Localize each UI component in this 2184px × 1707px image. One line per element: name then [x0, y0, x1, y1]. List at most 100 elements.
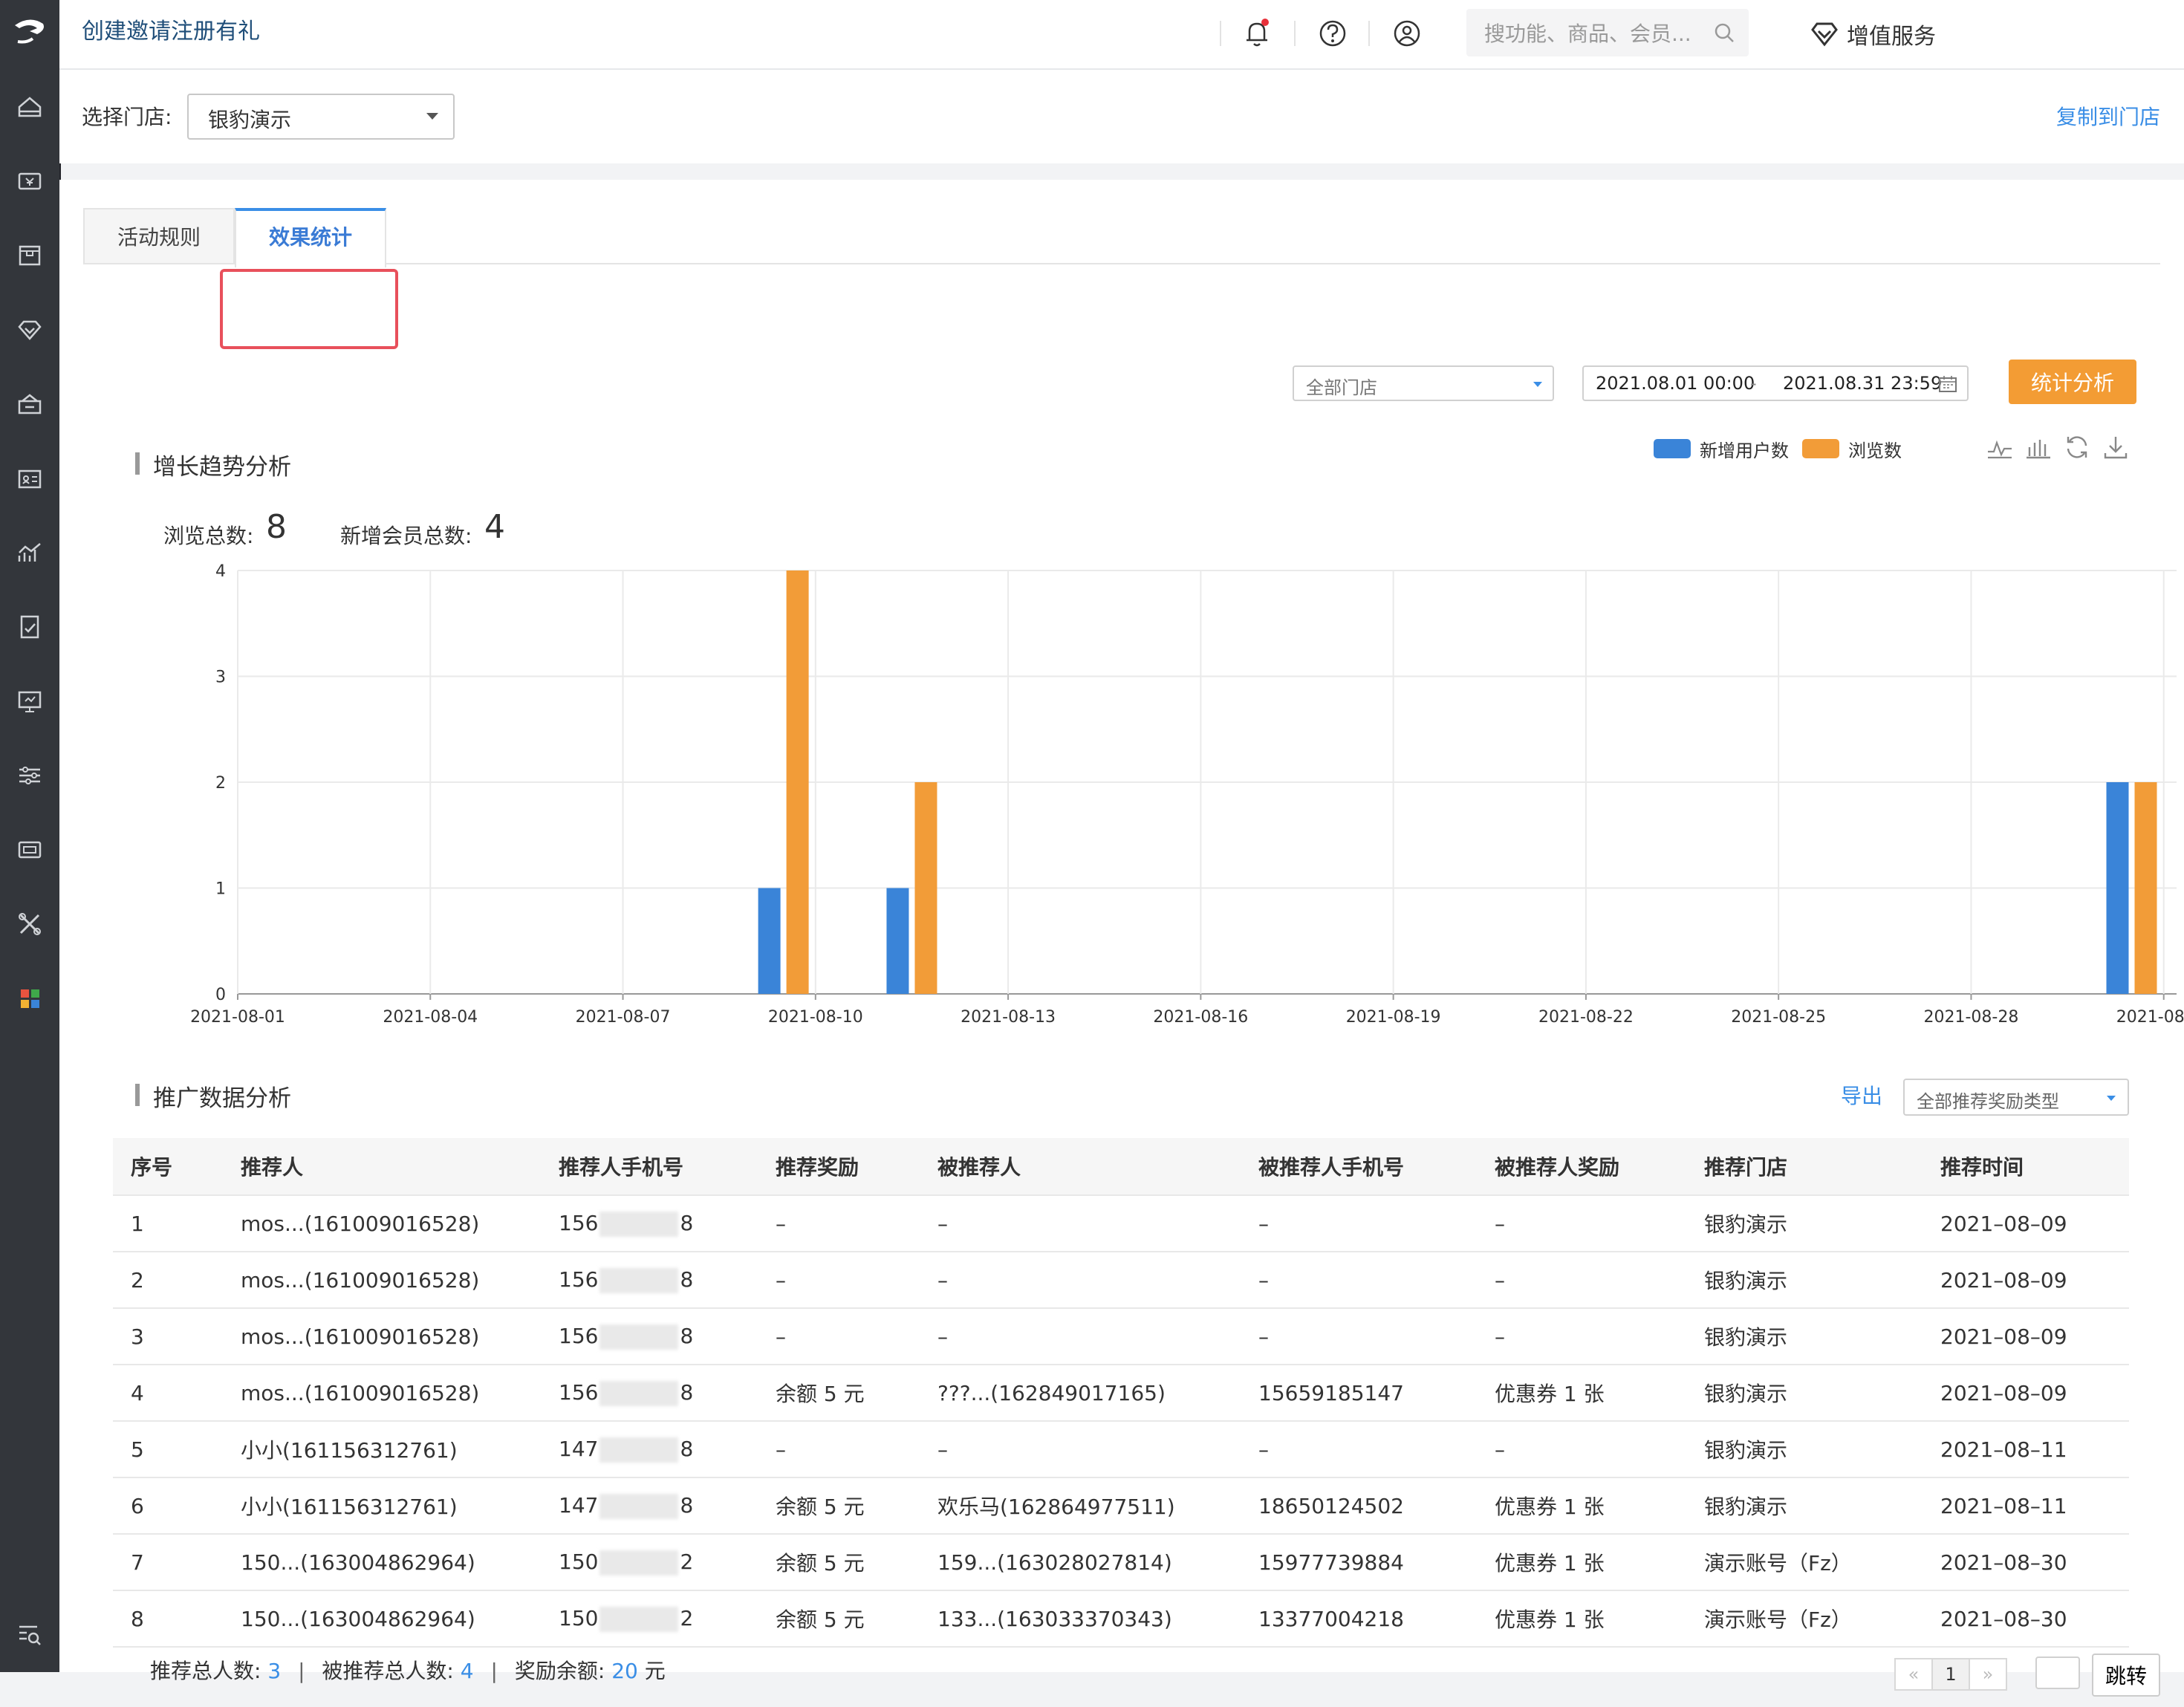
column-header[interactable]: 推荐奖励 [758, 1138, 920, 1196]
next-page-button[interactable]: » [1969, 1658, 2007, 1691]
date-range-picker[interactable]: 2021.08.01 00:00 - 2021.08.31 23:59 [1582, 365, 1969, 401]
search-icon[interactable] [1713, 22, 1735, 44]
bar-new-users[interactable] [2106, 782, 2129, 994]
cell-store: 银豹演示 [1686, 1252, 1923, 1309]
report-icon[interactable] [15, 612, 45, 642]
column-header[interactable]: 被推荐人 [920, 1138, 1241, 1196]
legend-views[interactable]: 浏览数 [1802, 438, 1902, 461]
refresh-icon[interactable] [2062, 432, 2092, 462]
export-link[interactable]: 导出 [1841, 1080, 1882, 1110]
cell-referee-reward: – [1477, 1252, 1686, 1309]
tab-effect-stats[interactable]: 效果统计 [235, 208, 386, 267]
line-chart-icon[interactable] [1985, 432, 2015, 462]
search-input[interactable] [1466, 9, 1723, 58]
table-row: 2 mos...(161009016528) 156 8– – – – 银豹演示 2021–08… [113, 1252, 2129, 1309]
summary-separator: | [490, 1659, 498, 1683]
caret-down-icon [2107, 1096, 2116, 1101]
stats-panel: 活动规则 效果统计 全部门店 2021.08.01 00:00 - 2021.0… [59, 180, 2184, 1697]
legend-new-users[interactable]: 新增用户数 [1654, 438, 1789, 461]
table-row: 1 mos...(161009016528) 156 8– – – – 银豹演示 2021–08… [113, 1195, 2129, 1252]
page-number-button[interactable]: 1 [1931, 1658, 1970, 1691]
value-added-services[interactable]: 增值服务 [1810, 13, 1936, 55]
help-icon[interactable] [1318, 18, 1348, 49]
apps-icon[interactable] [15, 983, 45, 1013]
store-filter-select[interactable]: 全部门店 [1293, 365, 1554, 401]
download-icon[interactable] [2101, 432, 2131, 462]
masked-phone [599, 1493, 679, 1519]
search-menu-icon[interactable] [15, 1619, 45, 1649]
column-header[interactable]: 被推荐人手机号 [1241, 1138, 1477, 1196]
masked-phone [599, 1324, 679, 1350]
tools-icon[interactable] [15, 909, 45, 939]
bar-views[interactable] [914, 782, 937, 994]
x-tick-label: 2021-08-31 [2116, 1008, 2184, 1027]
bar-new-users[interactable] [758, 888, 781, 995]
settings-sliders-icon[interactable] [15, 761, 45, 790]
column-header[interactable]: 被推荐人奖励 [1477, 1138, 1686, 1196]
balance-unit: 元 [644, 1659, 666, 1683]
wallet-icon[interactable] [15, 166, 45, 196]
phone-prefix: 147 [559, 1492, 599, 1518]
cell-index: 6 [113, 1477, 223, 1535]
store-label: 选择门店: [82, 105, 172, 129]
legend-swatch [1802, 439, 1839, 458]
jump-button[interactable]: 跳转 [2092, 1654, 2160, 1697]
diamond-icon[interactable] [15, 315, 45, 345]
tab-activity-rules[interactable]: 活动规则 [83, 208, 235, 264]
cell-time: 2021–08–09 [1923, 1252, 2129, 1309]
column-header[interactable]: 序号 [113, 1138, 223, 1196]
members-total-label: 新增会员总数: [340, 524, 472, 548]
phone-suffix: 2 [680, 1549, 694, 1574]
bar-new-users[interactable] [886, 888, 909, 995]
phone-prefix: 156 [559, 1210, 599, 1235]
reward-type-select[interactable]: 全部推荐奖励类型 [1903, 1079, 2129, 1116]
analytics-icon[interactable] [15, 538, 45, 568]
bar-views[interactable] [786, 570, 809, 994]
store-filter-value: 全部门店 [1306, 377, 1377, 398]
column-header[interactable]: 推荐人 [223, 1138, 541, 1196]
cell-store: 银豹演示 [1686, 1477, 1923, 1535]
growth-bar-chart: 0 1 2 3 4 2021-08-01 2021-08-04 2021-08-07 2021-… [190, 562, 2184, 1027]
cell-time: 2021–08–11 [1923, 1477, 2129, 1535]
member-card-icon[interactable] [15, 464, 45, 493]
cell-referee-reward: 优惠券 1 张 [1477, 1477, 1686, 1535]
copy-to-store-link[interactable]: 复制到门店 [2056, 101, 2160, 131]
global-search[interactable] [1466, 9, 1749, 58]
cell-referee-reward: – [1477, 1195, 1686, 1252]
date-end[interactable]: 2021.08.31 23:59 [1783, 373, 1942, 394]
cell-referee-reward: 优惠券 1 张 [1477, 1534, 1686, 1591]
calendar-icon[interactable] [1937, 374, 1958, 394]
cell-referrer-phone: 150 2 [541, 1534, 758, 1591]
bell-icon[interactable] [1242, 18, 1272, 49]
phone-suffix: 8 [680, 1436, 694, 1461]
monitor-icon[interactable] [15, 686, 45, 716]
balance-label: 奖励余额: [514, 1659, 605, 1683]
bar-chart-icon[interactable] [2024, 432, 2053, 462]
analyze-button[interactable]: 统计分析 [2009, 360, 2136, 404]
cell-index: 1 [113, 1195, 223, 1252]
cell-reward: 余额 5 元 [758, 1534, 920, 1591]
bar-views[interactable] [2134, 782, 2157, 994]
prev-page-button[interactable]: « [1894, 1658, 1933, 1691]
column-header[interactable]: 推荐人手机号 [541, 1138, 758, 1196]
y-tick-label: 1 [215, 880, 226, 899]
members-total-value: 4 [484, 508, 505, 546]
cell-reward: – [758, 1252, 920, 1309]
phone-prefix: 150 [559, 1605, 599, 1630]
cell-referrer: mos...(161009016528) [223, 1365, 541, 1422]
jump-page-input[interactable] [2035, 1656, 2080, 1689]
device-icon[interactable] [15, 835, 45, 865]
user-icon[interactable] [1392, 18, 1422, 49]
column-header[interactable]: 推荐时间 [1923, 1138, 2129, 1196]
date-start[interactable]: 2021.08.01 00:00 [1596, 373, 1755, 394]
coupon-icon[interactable] [15, 389, 45, 419]
box-icon[interactable] [15, 241, 45, 270]
store-select[interactable]: 银豹演示 [187, 94, 455, 140]
column-header[interactable]: 推荐门店 [1686, 1138, 1923, 1196]
tabs-divider [83, 263, 2160, 264]
phone-prefix: 147 [559, 1436, 599, 1461]
phone-prefix: 150 [559, 1549, 599, 1574]
home-icon[interactable] [15, 92, 45, 122]
logo-icon[interactable] [7, 9, 52, 53]
x-tick-label: 2021-08-10 [768, 1008, 863, 1027]
